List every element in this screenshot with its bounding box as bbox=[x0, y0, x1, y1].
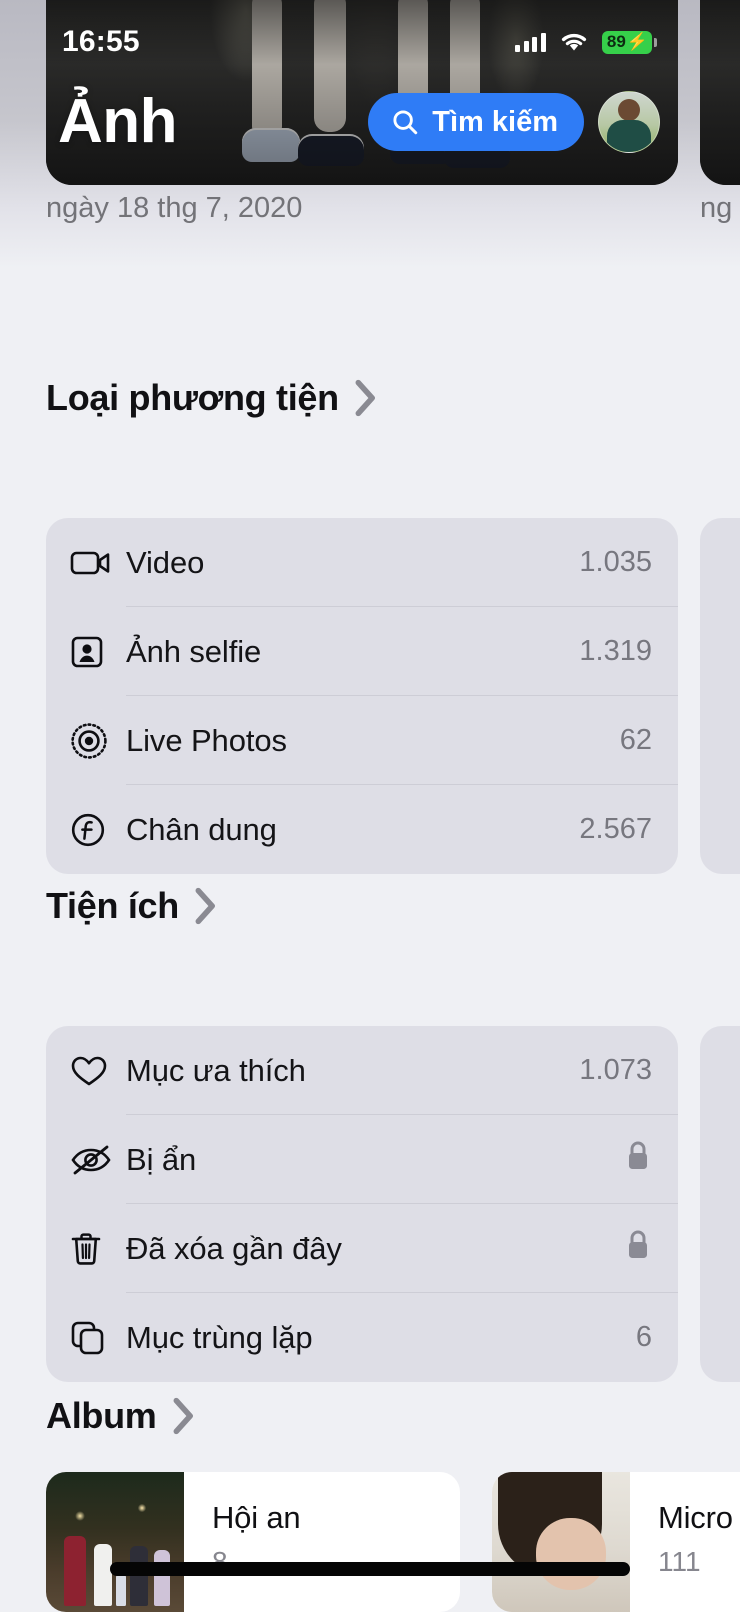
heart-icon bbox=[70, 1054, 126, 1088]
battery-charging-icon: ⚡ bbox=[627, 32, 648, 52]
street-night-thumb bbox=[46, 1472, 184, 1612]
lock-icon bbox=[624, 1228, 652, 1262]
utilities-card-next[interactable] bbox=[700, 1026, 740, 1382]
media-row-label: Chân dung bbox=[126, 812, 579, 848]
utility-row-label: Đã xóa gần đây bbox=[126, 1231, 624, 1267]
utility-row-value: 1.073 bbox=[579, 1054, 652, 1087]
trash-icon bbox=[70, 1231, 126, 1267]
media-row-portrait[interactable]: Chân dung 2.567 bbox=[46, 785, 678, 874]
media-row-value: 1.035 bbox=[579, 546, 652, 579]
utility-row-placeholder bbox=[700, 1293, 740, 1382]
album-meta: Hội an 8 bbox=[184, 1472, 460, 1612]
chevron-right-icon bbox=[171, 1396, 197, 1436]
section-header-albums[interactable]: Album bbox=[0, 1386, 740, 1446]
page-title: Ảnh bbox=[58, 91, 177, 153]
section-media-types: Loại phương tiện Video 1.035 bbox=[0, 368, 740, 784]
utilities-card-row: Mục ưa thích 1.073 Bị ẩn bbox=[0, 936, 740, 1292]
utility-row-hidden[interactable]: Bị ẩn bbox=[46, 1115, 678, 1204]
section-albums: Album Hội an 8 bbox=[0, 1386, 740, 1612]
duplicate-icon bbox=[70, 1320, 126, 1356]
person-square-icon bbox=[70, 635, 126, 669]
media-row-value: 1.319 bbox=[579, 635, 652, 668]
eye-slash-icon bbox=[70, 1144, 126, 1176]
media-row-value: 2.567 bbox=[579, 813, 652, 846]
search-button[interactable]: Tìm kiếm bbox=[368, 93, 584, 151]
album-strip: Hội an 8 Micro 111 bbox=[0, 1472, 740, 1612]
utility-row-placeholder bbox=[700, 1204, 740, 1293]
battery-indicator: 89⚡ bbox=[602, 31, 652, 54]
wifi-icon bbox=[559, 31, 589, 53]
media-types-card-row: Video 1.035 Ảnh selfie 1.319 bbox=[0, 428, 740, 784]
section-header-media-types[interactable]: Loại phương tiện bbox=[0, 368, 740, 428]
utilities-card: Mục ưa thích 1.073 Bị ẩn bbox=[46, 1026, 678, 1382]
hero-date-label: ngày 18 thg 7, 2020 bbox=[46, 192, 302, 225]
search-button-label: Tìm kiếm bbox=[432, 106, 558, 139]
utility-row-placeholder bbox=[700, 1115, 740, 1204]
media-row-label: Video bbox=[126, 545, 579, 581]
album-name: Micro bbox=[658, 1500, 740, 1536]
album-card-micro[interactable]: Micro 111 bbox=[492, 1472, 740, 1612]
utility-row-label: Mục trùng lặp bbox=[126, 1320, 636, 1356]
baby-portrait-thumb bbox=[492, 1472, 630, 1612]
chevron-right-icon bbox=[193, 886, 219, 926]
media-row-placeholder bbox=[700, 785, 740, 874]
media-row-video[interactable]: Video 1.035 bbox=[46, 518, 678, 607]
lock-icon bbox=[624, 1139, 652, 1173]
media-types-card: Video 1.035 Ảnh selfie 1.319 bbox=[46, 518, 678, 874]
cellular-bars-icon bbox=[515, 32, 546, 52]
media-types-card-next[interactable] bbox=[700, 518, 740, 874]
status-bar: 16:55 89⚡ bbox=[46, 22, 678, 62]
header-title-row: Ảnh Tìm kiếm bbox=[46, 78, 678, 166]
media-row-live-photos[interactable]: Live Photos 62 bbox=[46, 696, 678, 785]
section-title-utilities: Tiện ích bbox=[46, 885, 179, 927]
section-header-utilities[interactable]: Tiện ích bbox=[0, 876, 740, 936]
home-indicator[interactable] bbox=[110, 1562, 630, 1576]
thumb-shape-face bbox=[536, 1518, 606, 1590]
hero-photo-card-next[interactable] bbox=[700, 0, 740, 185]
live-photo-icon bbox=[70, 722, 126, 760]
status-bar-clock: 16:55 bbox=[62, 25, 140, 59]
utility-row-value: 6 bbox=[636, 1321, 652, 1354]
album-meta: Micro 111 bbox=[630, 1472, 740, 1612]
utility-row-label: Mục ưa thích bbox=[126, 1053, 579, 1089]
hero-date-row: ngày 18 thg 7, 2020 ng bbox=[0, 192, 740, 240]
chevron-right-icon bbox=[353, 378, 379, 418]
album-name: Hội an bbox=[212, 1500, 460, 1536]
avatar-head bbox=[618, 99, 640, 121]
media-row-value: 62 bbox=[620, 724, 652, 757]
section-title-albums: Album bbox=[46, 1395, 157, 1437]
album-thumbnail bbox=[46, 1472, 184, 1612]
media-row-selfie[interactable]: Ảnh selfie 1.319 bbox=[46, 607, 678, 696]
media-row-label: Ảnh selfie bbox=[126, 634, 579, 670]
hero-photo-overlay-next bbox=[700, 0, 740, 185]
video-camera-icon bbox=[70, 548, 126, 578]
battery-level-text: 89 bbox=[607, 32, 626, 52]
utility-row-favorites[interactable]: Mục ưa thích 1.073 bbox=[46, 1026, 678, 1115]
utility-row-lock bbox=[624, 1228, 652, 1270]
utility-row-duplicates[interactable]: Mục trùng lặp 6 bbox=[46, 1293, 678, 1382]
album-card-hoi-an[interactable]: Hội an 8 bbox=[46, 1472, 460, 1612]
status-bar-indicators: 89⚡ bbox=[515, 31, 652, 54]
media-row-placeholder bbox=[700, 518, 740, 607]
utility-row-recently-deleted[interactable]: Đã xóa gần đây bbox=[46, 1204, 678, 1293]
utility-row-placeholder bbox=[700, 1026, 740, 1115]
utility-row-label: Bị ẩn bbox=[126, 1142, 624, 1178]
f-stop-circle-icon bbox=[70, 812, 126, 848]
search-icon bbox=[390, 107, 420, 137]
section-utilities: Tiện ích Mục ưa thích 1.073 bbox=[0, 876, 740, 1292]
section-title-media-types: Loại phương tiện bbox=[46, 377, 339, 419]
album-thumbnail bbox=[492, 1472, 630, 1612]
avatar-body bbox=[607, 120, 651, 153]
album-count: 111 bbox=[658, 1546, 740, 1578]
media-row-placeholder bbox=[700, 696, 740, 785]
media-row-placeholder bbox=[700, 607, 740, 696]
media-row-label: Live Photos bbox=[126, 723, 620, 759]
avatar[interactable] bbox=[598, 91, 660, 153]
hero-date-label-next: ng bbox=[700, 192, 732, 225]
utility-row-lock bbox=[624, 1139, 652, 1181]
